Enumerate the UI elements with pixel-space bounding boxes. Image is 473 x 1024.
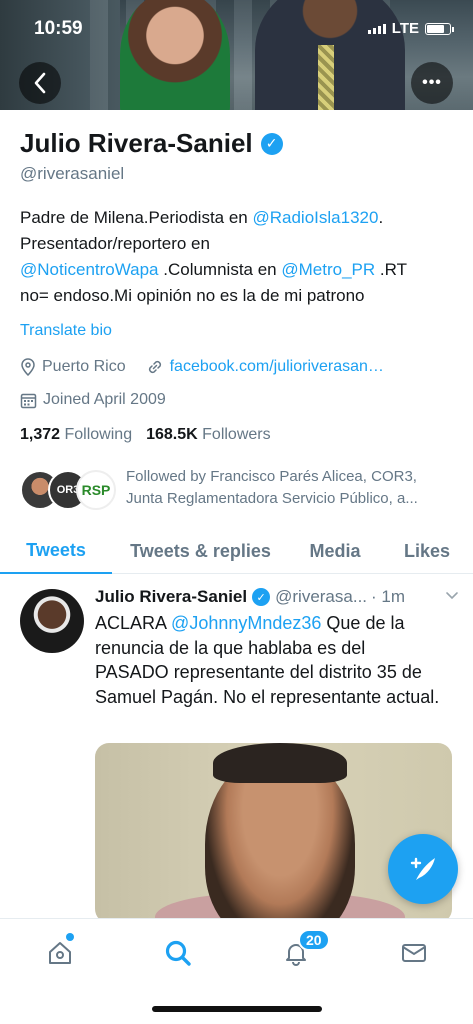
followed-by-line: Followed by Francisco Parés Alicea, COR3… xyxy=(126,468,417,485)
link-icon xyxy=(148,360,161,374)
avatar: RSP xyxy=(76,470,116,510)
followers-stat[interactable]: 168.5K Followers xyxy=(146,426,271,444)
bio-text: .Columnista en xyxy=(158,260,282,279)
verified-badge-icon: ✓ xyxy=(252,588,271,606)
website-item[interactable]: facebook.com/julioriverasan… xyxy=(146,358,384,376)
calendar-icon xyxy=(20,393,37,408)
banner-person-left xyxy=(120,0,230,110)
profile-handle: @riverasaniel xyxy=(20,164,125,183)
mail-icon xyxy=(402,944,426,962)
tweet-author-name[interactable]: Julio Rivera-Saniel xyxy=(95,587,247,607)
verified-badge-icon: ✓ xyxy=(260,132,283,155)
location-pin-icon xyxy=(21,358,35,376)
location-item: Puerto Rico xyxy=(20,358,126,376)
home-icon xyxy=(49,942,71,964)
tweet-mention[interactable]: @JohnnyMndez36 xyxy=(171,613,321,633)
following-stat[interactable]: 1,372 Following xyxy=(20,426,132,444)
back-button[interactable] xyxy=(19,62,61,104)
profile-meta-joined-row: Joined April 2009 xyxy=(20,391,166,409)
joined-text: Joined April 2009 xyxy=(43,391,166,408)
nav-home[interactable] xyxy=(40,933,80,973)
bio-mention-radioisla[interactable]: @RadioIsla1320 xyxy=(252,208,378,227)
bio-text: Presentador/reportero en xyxy=(20,234,210,253)
followed-by-avatars: OR3 RSP xyxy=(20,466,120,512)
profile-tabs: Tweets Tweets & replies Media Likes xyxy=(0,528,473,574)
follow-stats: 1,372 Following 168.5K Followers xyxy=(20,426,271,444)
bio-mention-noticentro[interactable]: @NoticentroWapa xyxy=(20,260,159,279)
more-options-icon: ••• xyxy=(422,74,442,91)
following-label: Following xyxy=(64,426,133,443)
tab-likes[interactable]: Likes xyxy=(381,528,473,574)
compose-tweet-icon xyxy=(410,857,435,880)
tweet-image[interactable] xyxy=(95,743,452,923)
tweet-text-part: ACLARA xyxy=(95,613,172,633)
search-icon xyxy=(165,940,191,966)
followed-by-line: Junta Reglamentadora Servicio Público, a… xyxy=(126,490,418,507)
profile-name: Julio Rivera-Saniel xyxy=(20,128,253,158)
home-indicator[interactable] xyxy=(152,1006,322,1012)
followers-label: Followers xyxy=(202,426,271,443)
translate-bio-link[interactable]: Translate bio xyxy=(20,322,112,340)
tweet-text: ACLARA @JohnnyMndez36 Que de la renuncia… xyxy=(95,611,440,709)
avatar-logo-text: RSP xyxy=(81,482,111,498)
bio-text: Padre de Milena.Periodista en xyxy=(20,208,253,227)
tab-tweets-replies[interactable]: Tweets & replies xyxy=(112,528,289,574)
tab-media[interactable]: Media xyxy=(289,528,381,574)
bio-text: .RT xyxy=(375,260,407,279)
image-hair xyxy=(213,743,347,783)
tab-tweets[interactable]: Tweets xyxy=(0,528,112,574)
bio-text: no= endoso.Mi opinión no es la de mi pat… xyxy=(20,286,365,305)
network-label: LTE xyxy=(391,20,419,37)
following-count: 1,372 xyxy=(20,426,61,443)
profile-bio: Padre de Milena.Periodista en @RadioIsla… xyxy=(20,205,460,309)
compose-tweet-button[interactable] xyxy=(388,834,458,904)
tweet-timestamp: · 1m xyxy=(371,587,406,606)
location-text: Puerto Rico xyxy=(42,358,126,375)
bio-mention-metro[interactable]: @Metro_PR xyxy=(281,260,375,279)
banner-tie xyxy=(318,45,334,110)
status-indicators: LTE xyxy=(367,20,454,37)
nav-messages[interactable] xyxy=(394,933,434,973)
avatar[interactable] xyxy=(20,589,84,653)
bio-text: . xyxy=(378,208,384,227)
profile-name-row: Julio Rivera-Saniel ✓ xyxy=(20,128,283,159)
notifications-badge: 20 xyxy=(298,929,330,951)
followed-by-text: Followed by Francisco Parés Alicea, COR3… xyxy=(126,466,460,512)
battery-icon xyxy=(425,22,454,35)
more-options-button[interactable]: ••• xyxy=(411,62,453,104)
tweet-author-handle: @riverasa... xyxy=(275,587,368,606)
followers-count: 168.5K xyxy=(146,426,198,443)
nav-search[interactable] xyxy=(158,933,198,973)
profile-banner xyxy=(0,0,473,110)
back-arrow-icon xyxy=(34,72,46,94)
followed-by-row[interactable]: OR3 RSP Followed by Francisco Parés Alic… xyxy=(20,466,460,512)
profile-meta-location-row: Puerto Rico facebook.com/julioriverasan… xyxy=(20,358,384,376)
chevron-down-icon[interactable] xyxy=(444,587,460,608)
status-time: 10:59 xyxy=(34,18,83,39)
home-unread-dot xyxy=(66,933,74,941)
signal-icon xyxy=(367,23,386,34)
website-link[interactable]: facebook.com/julioriverasan… xyxy=(170,358,384,376)
tweet-header: Julio Rivera-Saniel ✓ @riverasa... · 1m xyxy=(95,587,460,607)
